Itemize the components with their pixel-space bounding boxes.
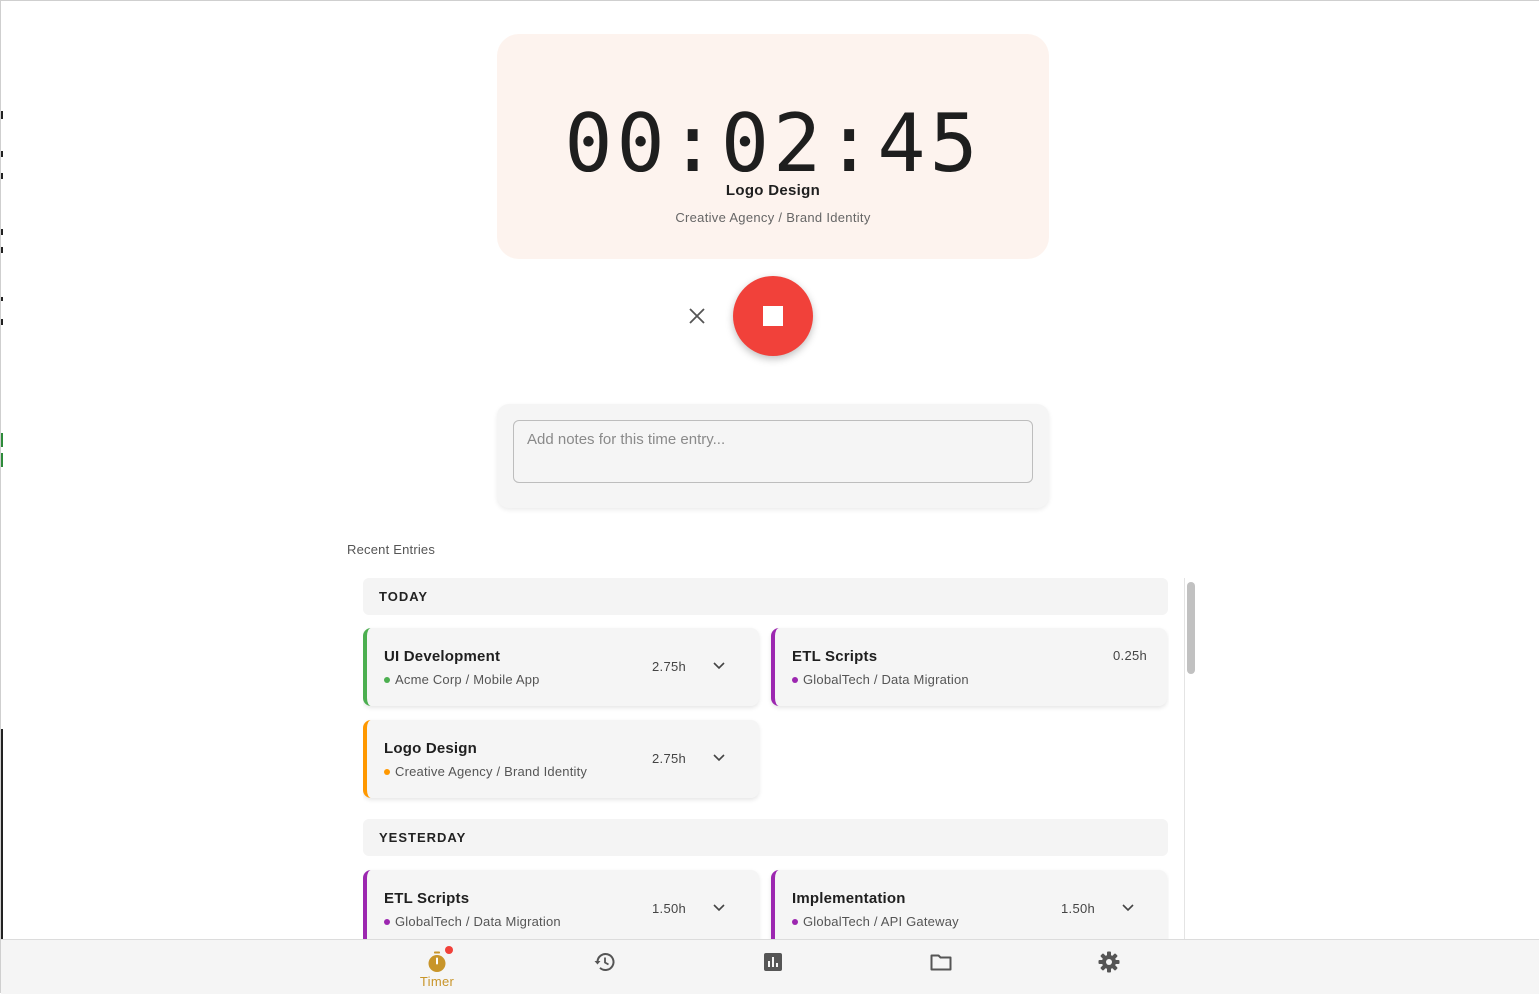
nav-history[interactable] [560,940,650,995]
stop-icon [763,306,783,326]
current-task-path: Creative Agency / Brand Identity [675,210,871,225]
notes-card [497,404,1049,508]
entry-title: Implementation [792,890,906,907]
notes-input[interactable] [513,420,1033,483]
entry-path: Creative Agency / Brand Identity [395,764,588,779]
nav-settings[interactable] [1064,940,1154,995]
nav-reports[interactable] [728,940,818,995]
chevron-down-icon [713,662,725,670]
day-header-today: TODAY [363,578,1168,615]
chevron-down-icon [713,904,725,912]
entry-path: GlobalTech / API Gateway [803,914,959,929]
window-edge [1,1,3,994]
project-color-dot [384,676,390,683]
timer-icon [428,951,446,972]
project-color-dot [792,918,798,925]
chevron-down-icon [1122,904,1134,912]
entry-card[interactable]: ETL Scripts GlobalTech / Data Migration … [771,628,1167,706]
day-header-yesterday: YESTERDAY [363,819,1168,856]
entry-hours: 0.25h [1113,648,1148,663]
entry-path: GlobalTech / Data Migration [803,672,969,687]
entry-hours: 2.75h [652,659,687,674]
bottom-navigation: Timer [1,939,1539,994]
nav-timer[interactable]: Timer [392,940,482,995]
app-window: 00:02:45 Logo Design Creative Agency / B… [0,0,1539,994]
entry-title: ETL Scripts [384,890,470,907]
entry-card[interactable]: ETL Scripts GlobalTech / Data Migration … [363,870,759,939]
timer-card: 00:02:45 Logo Design Creative Agency / B… [497,34,1049,259]
entry-title: Logo Design [384,740,478,757]
expand-button[interactable] [707,654,731,678]
close-icon [689,308,705,324]
history-icon [594,953,615,971]
project-color-dot [384,768,390,775]
recent-entries-list[interactable]: TODAY UI Development Acme Corp / Mobile … [363,578,1169,939]
running-badge [445,946,453,954]
entry-card[interactable]: Implementation GlobalTech / API Gateway … [771,870,1167,939]
chevron-down-icon [713,754,725,762]
entry-path: GlobalTech / Data Migration [395,914,561,929]
expand-button[interactable] [707,896,731,920]
discard-button[interactable] [681,300,713,332]
recent-entries-title: Recent Entries [347,542,436,557]
entry-hours: 2.75h [652,751,687,766]
entry-hours: 1.50h [652,901,687,916]
expand-button[interactable] [1116,896,1140,920]
reports-icon [764,953,782,971]
entry-path: Acme Corp / Mobile App [395,672,540,687]
expand-button[interactable] [707,746,731,770]
project-color-dot [384,918,390,925]
settings-icon [1098,951,1120,973]
entry-title: UI Development [384,648,501,665]
nav-projects[interactable] [896,940,986,995]
nav-timer-label: Timer [419,974,455,989]
entry-card[interactable]: UI Development Acme Corp / Mobile App 2.… [363,628,759,706]
current-task-name: Logo Design [725,182,821,199]
folder-icon [930,954,952,971]
elapsed-time: 00:02:45 [564,97,982,190]
entry-card[interactable]: Logo Design Creative Agency / Brand Iden… [363,720,759,798]
scrollbar-thumb[interactable] [1187,582,1195,674]
project-color-dot [792,676,798,683]
entry-title: ETL Scripts [792,648,878,665]
stop-timer-button[interactable] [733,276,813,356]
entry-hours: 1.50h [1061,901,1096,916]
